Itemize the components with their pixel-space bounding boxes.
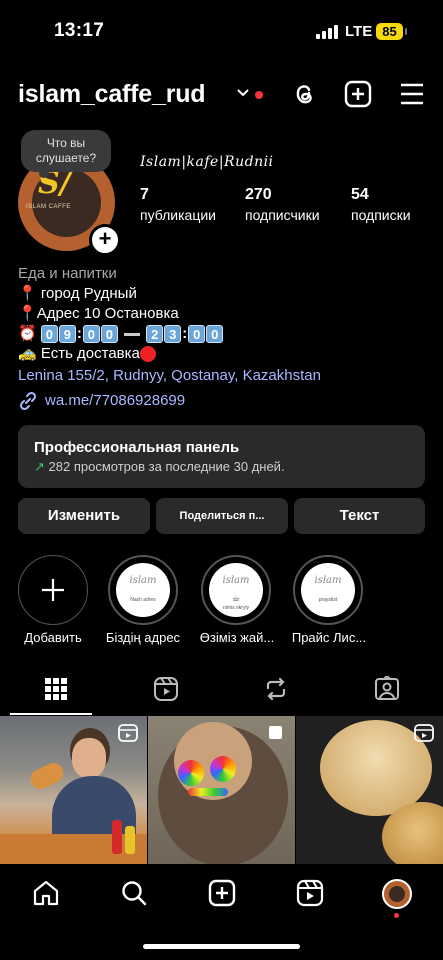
bio-hours: ⏰ 09:00 23:00 xyxy=(18,324,224,344)
highlight-label: Добавить xyxy=(24,630,82,645)
add-post-icon[interactable] xyxy=(344,80,372,108)
note-bubble[interactable]: Что вы слушаете? xyxy=(21,130,111,178)
bio-city: 📍 город Рудный xyxy=(18,285,137,302)
red-circle-icon xyxy=(139,346,156,363)
carousel-icon xyxy=(269,726,282,739)
pin-icon: 📍 xyxy=(18,285,37,302)
share-profile-button[interactable]: Поделиться п... xyxy=(156,498,288,534)
home-indicator xyxy=(143,944,300,949)
edit-profile-button[interactable]: Изменить xyxy=(18,498,150,534)
alarm-clock-icon: ⏰ xyxy=(18,325,37,342)
taxi-icon: 🚕 xyxy=(18,345,37,362)
highlight-price-list[interactable]: islam praystist xyxy=(293,555,363,625)
highlight-label: Өзіміз жай... xyxy=(199,630,275,645)
highlight-address[interactable]: islam Nash adres xyxy=(108,555,178,625)
notification-dot xyxy=(255,91,263,99)
add-story-button[interactable]: + xyxy=(89,224,121,256)
notification-dot xyxy=(394,913,399,918)
chevron-down-icon[interactable] xyxy=(236,86,250,100)
reposts-icon[interactable] xyxy=(263,676,289,702)
cafe-logo-text: ISLAM CAFFE xyxy=(26,204,71,210)
stat-followers[interactable]: 270 подписчики xyxy=(245,186,320,223)
plus-icon xyxy=(42,579,64,601)
pin-icon: 📍 xyxy=(18,305,37,322)
username-title[interactable]: islam_caffe_rud xyxy=(18,80,206,109)
stat-following[interactable]: 54 подписки xyxy=(351,186,411,223)
location-link[interactable]: Lenina 155/2, Rudnyy, Qostanay, Kazakhst… xyxy=(18,366,321,386)
search-icon[interactable] xyxy=(120,879,148,907)
trend-up-icon: ↗ xyxy=(34,459,45,474)
highlight-menu[interactable]: islam ☕ nimis okryly xyxy=(201,555,271,625)
create-icon[interactable] xyxy=(208,879,236,907)
reel-icon xyxy=(414,724,434,742)
coffee-icon: ☕ xyxy=(231,593,241,604)
website-link[interactable]: wa.me/77086928699 xyxy=(45,391,185,411)
active-tab-indicator xyxy=(10,713,92,715)
bio-delivery: 🚕 Есть доставка xyxy=(18,344,156,364)
grid-icon[interactable] xyxy=(43,676,69,702)
link-icon xyxy=(19,391,37,411)
menu-icon[interactable] xyxy=(398,80,426,108)
network-label: LTE xyxy=(345,23,373,40)
highlight-label: Біздің адрес xyxy=(105,630,181,645)
signal-icon xyxy=(316,25,338,39)
tagged-icon[interactable] xyxy=(374,676,400,702)
stat-posts[interactable]: 7 публикации xyxy=(140,186,216,223)
display-name: Islam|kafe|Rudnii xyxy=(140,154,274,170)
reel-icon xyxy=(118,724,138,742)
bio-address: 📍Адрес 10 Остановка xyxy=(18,305,179,322)
professional-dashboard[interactable]: Профессиональная панель ↗ 282 просмотров… xyxy=(18,425,425,488)
highlight-label: Прайс Лис... xyxy=(291,630,367,645)
text-button[interactable]: Текст xyxy=(294,498,425,534)
add-highlight-button[interactable] xyxy=(18,555,88,625)
status-time: 13:17 xyxy=(54,20,105,41)
category-label: Еда и напитки xyxy=(18,265,117,282)
profile-avatar-tab[interactable] xyxy=(382,879,412,909)
home-icon[interactable] xyxy=(32,879,60,907)
battery-icon: 85 xyxy=(376,23,407,40)
reels-icon[interactable] xyxy=(153,676,179,702)
reels-icon[interactable] xyxy=(296,879,324,907)
threads-icon[interactable] xyxy=(290,80,318,108)
